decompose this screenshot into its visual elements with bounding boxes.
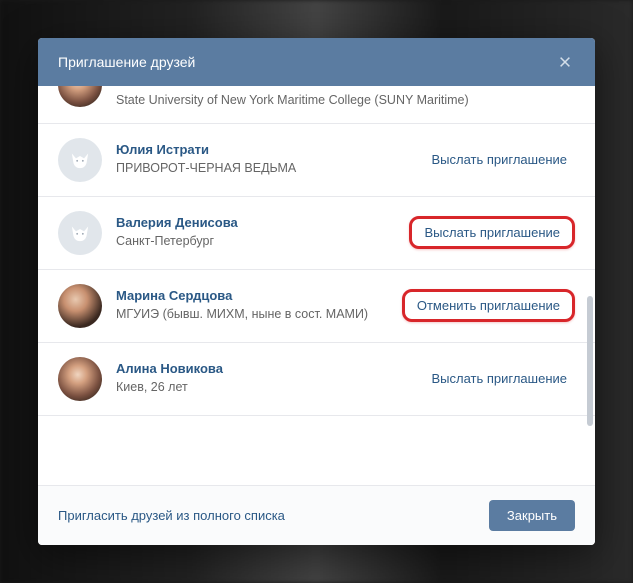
avatar[interactable] [58,357,102,401]
friend-info: State University of New York Maritime Co… [116,92,575,109]
friend-info: Валерия Денисова Санкт-Петербург [116,215,409,250]
scrollbar[interactable] [585,86,593,485]
list-item: Марина Сердцова МГУИЭ (бывш. МИХМ, ныне … [38,270,595,343]
fox-icon [67,147,93,173]
modal-footer: Пригласить друзей из полного списка Закр… [38,485,595,545]
friend-info: Алина Новикова Киев, 26 лет [116,361,423,396]
list-item: Алина Новикова Киев, 26 лет Выслать приг… [38,343,595,416]
list-item: Валерия Денисова Санкт-Петербург Выслать… [38,197,595,270]
friend-subtitle: Санкт-Петербург [116,233,409,250]
friend-name-link[interactable]: Валерия Денисова [116,215,409,230]
modal-header: Приглашение друзей [38,38,595,86]
friend-subtitle: State University of New York Maritime Co… [116,92,575,109]
close-button[interactable]: Закрыть [489,500,575,531]
send-invite-button[interactable]: Выслать приглашение [423,146,575,173]
modal-body: State University of New York Maritime Co… [38,86,595,485]
avatar[interactable] [58,86,102,107]
cancel-invite-button[interactable]: Отменить приглашение [402,289,575,322]
friend-name-link[interactable]: Юлия Истрати [116,142,423,157]
friends-list: State University of New York Maritime Co… [38,86,595,416]
send-invite-button[interactable]: Выслать приглашение [409,216,575,249]
friend-subtitle: ПРИВОРОТ-ЧЕРНАЯ ВЕДЬМА [116,160,423,177]
friend-subtitle: Киев, 26 лет [116,379,423,396]
fox-icon [67,220,93,246]
friend-subtitle: МГУИЭ (бывш. МИХМ, ныне в сост. МАМИ) [116,306,402,323]
friend-info: Юлия Истрати ПРИВОРОТ-ЧЕРНАЯ ВЕДЬМА [116,142,423,177]
close-icon[interactable] [555,52,575,72]
avatar[interactable] [58,211,102,255]
friend-name-link[interactable]: Алина Новикова [116,361,423,376]
list-item: State University of New York Maritime Co… [38,86,595,124]
invite-from-full-list-link[interactable]: Пригласить друзей из полного списка [58,508,285,523]
modal-title: Приглашение друзей [58,54,195,70]
list-item: Юлия Истрати ПРИВОРОТ-ЧЕРНАЯ ВЕДЬМА Высл… [38,124,595,197]
friend-info: Марина Сердцова МГУИЭ (бывш. МИХМ, ныне … [116,288,402,323]
avatar[interactable] [58,138,102,182]
invite-friends-modal: Приглашение друзей State University of N… [38,38,595,545]
friend-name-link[interactable]: Марина Сердцова [116,288,402,303]
avatar[interactable] [58,284,102,328]
scrollbar-thumb[interactable] [587,296,593,426]
send-invite-button[interactable]: Выслать приглашение [423,365,575,392]
